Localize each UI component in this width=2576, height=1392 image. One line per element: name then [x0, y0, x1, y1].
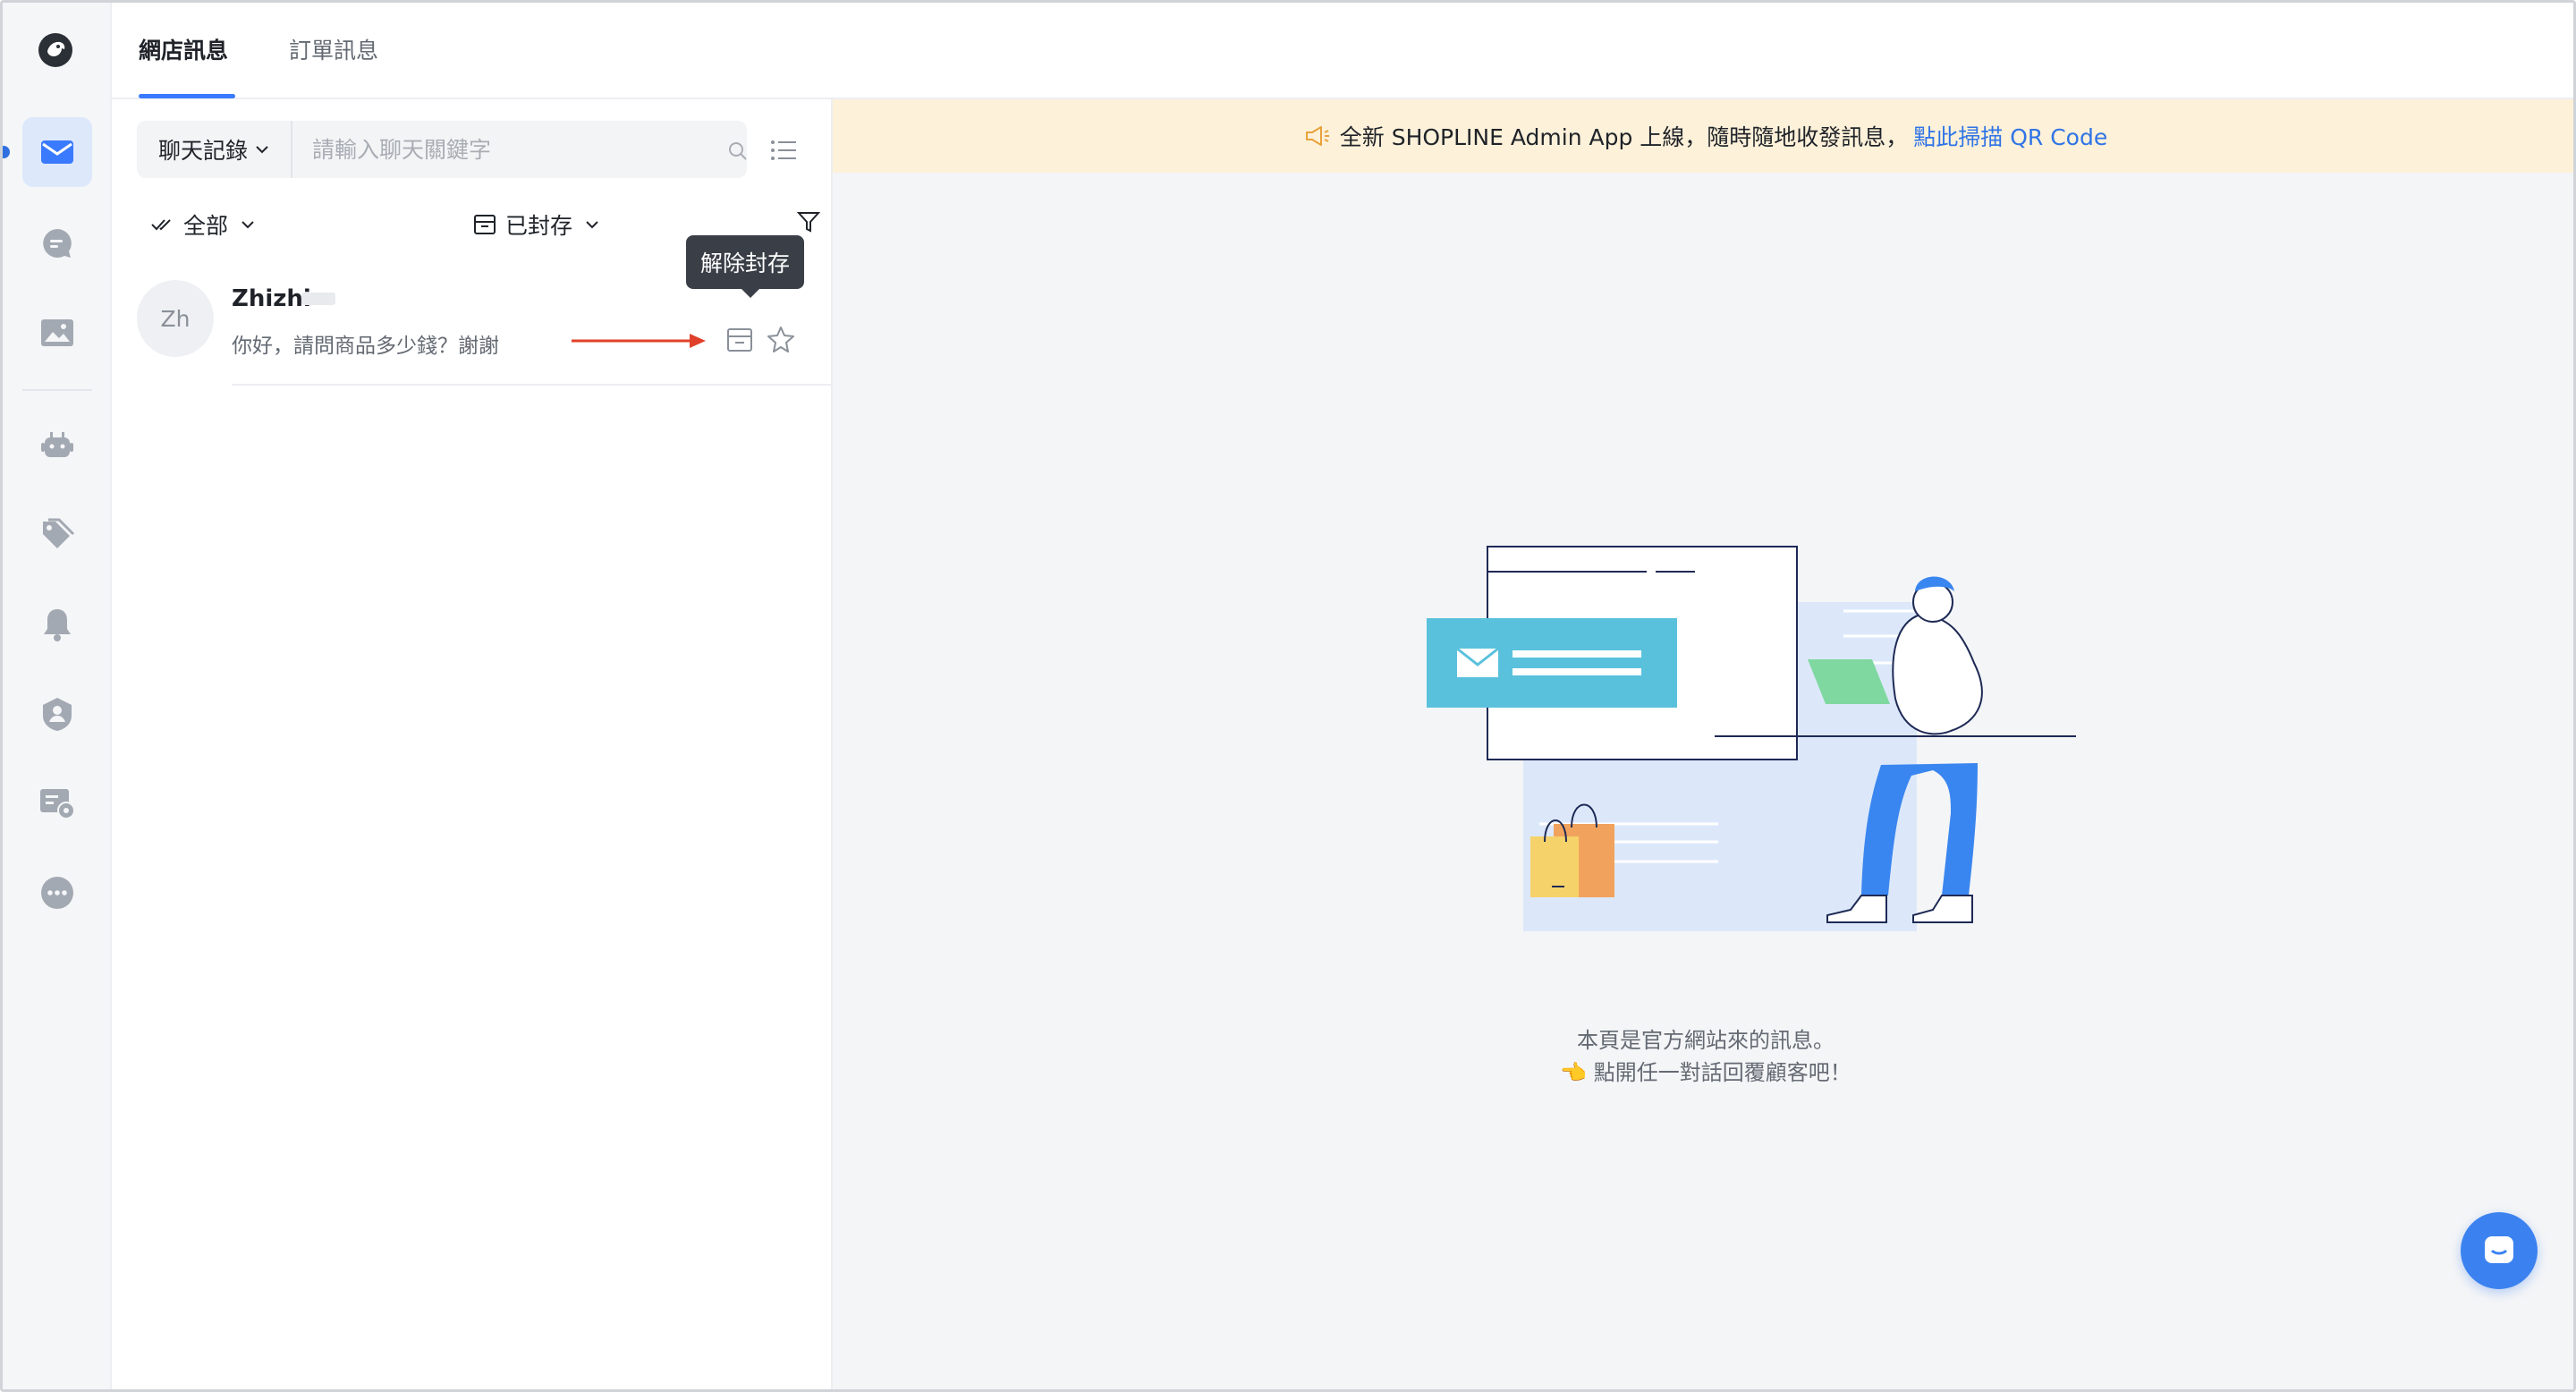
main-content: 全新 SHOPLINE Admin App 上線，隨時隨地收發訊息， 點此掃描 …: [833, 99, 2573, 1389]
sidebar-item-bot[interactable]: [22, 411, 92, 480]
empty-state-illustration: [1427, 546, 2076, 931]
chat-bubble-icon: [43, 229, 72, 258]
sidebar-item-messages[interactable]: [22, 117, 92, 187]
tab-shop-messages[interactable]: 網店訊息: [139, 33, 228, 65]
read-status-label: 全部: [183, 213, 229, 239]
unarchive-tooltip: 解除封存: [686, 235, 805, 298]
search-scope-dropdown[interactable]: 聊天記錄: [137, 121, 292, 178]
avatar: Zh: [137, 280, 214, 357]
list-view-icon[interactable]: [770, 139, 797, 162]
tab-order-messages[interactable]: 訂單訊息: [289, 33, 378, 65]
archive-filter-label: 已封存: [505, 213, 573, 239]
conversation-preview: 你好，請問商品多少錢？謝謝: [232, 335, 499, 358]
chevron-down-icon: [256, 146, 268, 154]
announcement-banner: 全新 SHOPLINE Admin App 上線，隨時隨地收發訊息， 點此掃描 …: [833, 99, 2573, 173]
active-tab-underline: [139, 94, 235, 98]
sidebar-item-media[interactable]: [22, 298, 92, 368]
app-window: 網店訊息 訂單訊息 聊天記錄 請輸入聊天關鍵字 全部 已封存 Zh Zhizhi…: [0, 0, 2576, 1392]
megaphone-icon: [1305, 126, 1329, 146]
tag-icon: [43, 518, 75, 548]
top-tab-bar: 網店訊息 訂單訊息: [112, 3, 2573, 99]
read-status-filter[interactable]: 全部: [151, 208, 264, 241]
sidebar-item-notifications[interactable]: [22, 590, 92, 659]
redacted-name-block: [301, 293, 335, 305]
sidebar: [3, 3, 112, 1389]
list-divider: [232, 384, 833, 386]
bell-icon: [44, 609, 71, 641]
conversation-list-item[interactable]: Zh Zhizhi 你好，請問商品多少錢？謝謝 解除封存: [112, 235, 833, 386]
search-scope-label: 聊天記錄: [158, 138, 249, 164]
funnel-filter-icon[interactable]: [797, 210, 820, 233]
search-input[interactable]: [294, 121, 699, 178]
sidebar-item-tags[interactable]: [22, 500, 92, 570]
star-icon[interactable]: [767, 325, 795, 353]
active-indicator: [3, 146, 10, 158]
image-icon: [41, 319, 73, 346]
banner-qr-link[interactable]: 點此掃描 QR Code: [1913, 120, 2107, 152]
empty-state-line-2: 👈 點開任一對話回覆顧客吧！: [1560, 1060, 1852, 1085]
conversation-list-panel: 聊天記錄 全部: [112, 99, 833, 1389]
banner-text: 全新 SHOPLINE Admin App 上線，隨時隨地收發訊息，: [1339, 124, 1909, 150]
conversation-name: Zhizhi: [232, 285, 311, 312]
search-icon[interactable]: [727, 140, 749, 162]
more-icon: [41, 877, 73, 909]
app-logo-icon[interactable]: [35, 30, 76, 71]
double-check-icon: [151, 219, 171, 231]
search-bar: 聊天記錄: [137, 121, 747, 178]
sidebar-divider: [22, 389, 92, 391]
sidebar-item-chat[interactable]: [22, 208, 92, 278]
red-arrow-annotation: [572, 334, 706, 348]
user-shield-icon: [43, 698, 72, 731]
sidebar-item-message-settings[interactable]: [22, 768, 92, 838]
archive-box-icon: [474, 215, 496, 234]
chevron-down-icon: [242, 221, 254, 229]
empty-state-line-1: 本頁是官方網站來的訊息。: [1577, 1028, 1835, 1053]
sidebar-item-more[interactable]: [22, 858, 92, 928]
robot-icon: [41, 432, 73, 457]
chat-support-button[interactable]: [2461, 1212, 2538, 1289]
sidebar-item-staff[interactable]: [22, 679, 92, 749]
archive-filter[interactable]: 已封存: [473, 208, 608, 241]
chat-icon: [2485, 1236, 2513, 1263]
message-settings-icon: [40, 789, 75, 819]
unarchive-icon[interactable]: [725, 327, 754, 353]
mail-icon: [41, 140, 73, 164]
chevron-down-icon: [586, 221, 598, 229]
